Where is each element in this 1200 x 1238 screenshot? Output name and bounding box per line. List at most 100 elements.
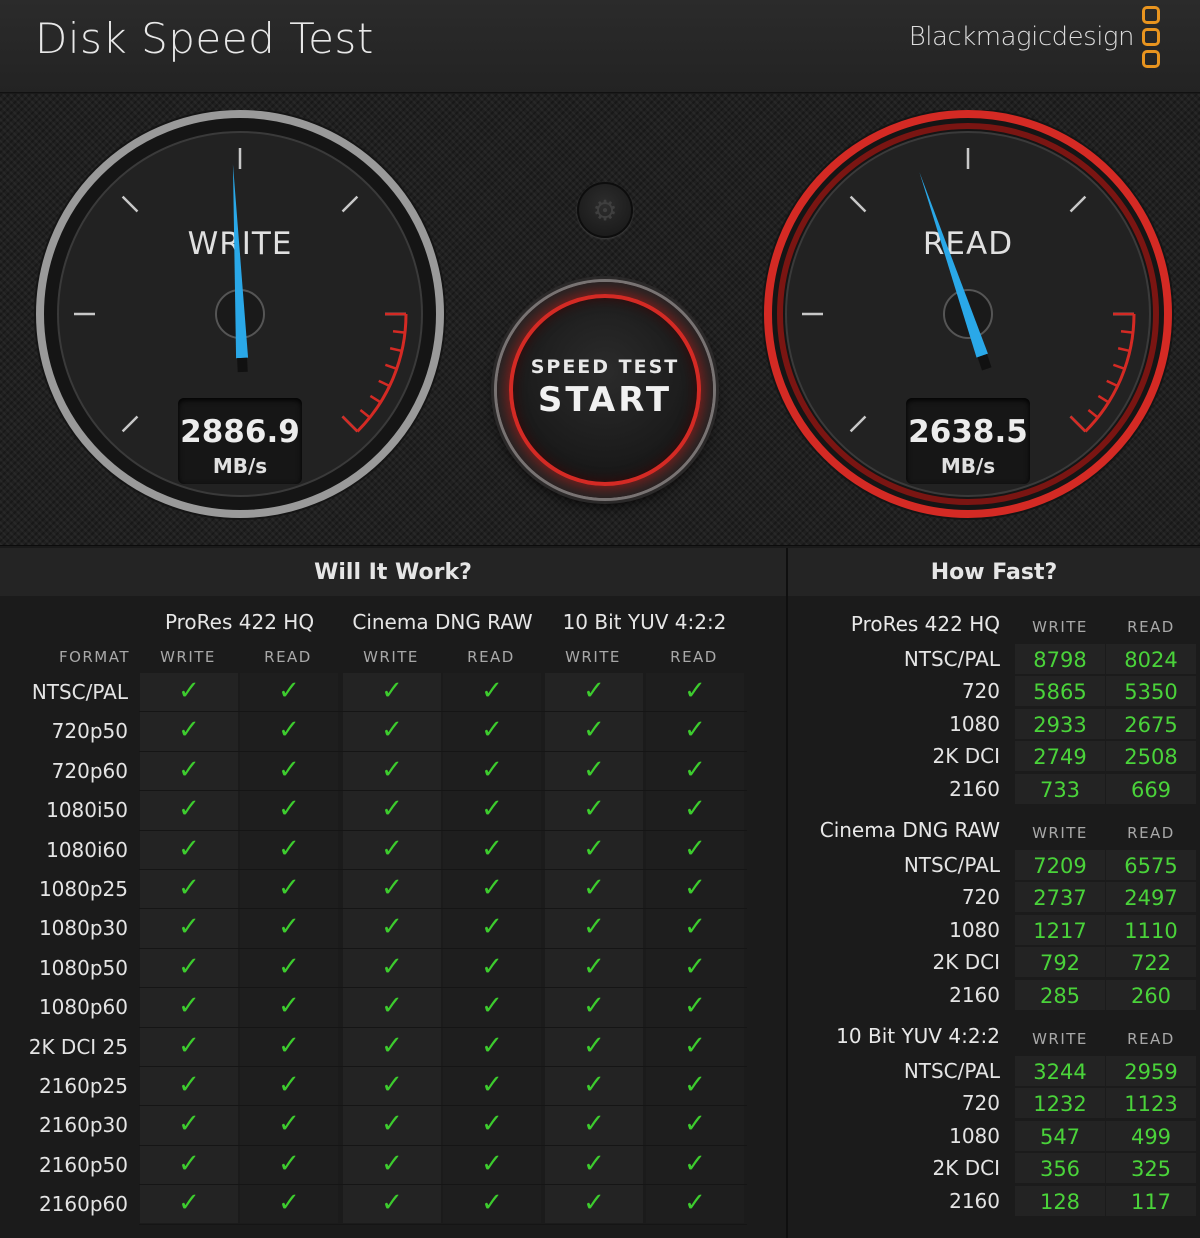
format-label: 2K DCI 25 [28, 1034, 128, 1059]
read-speed-cell: 1110 [1106, 914, 1196, 945]
resolution-label: 2160 [949, 776, 1000, 801]
resolution-label: 1080 [949, 917, 1000, 942]
format-label: 2160p60 [38, 1192, 128, 1217]
check-icon: ✓ [178, 1109, 200, 1140]
how-fast-title: How Fast? [788, 548, 1200, 596]
resolution-label: 2K DCI [932, 950, 1000, 975]
check-icon: ✓ [481, 754, 503, 785]
check-icon: ✓ [684, 1148, 706, 1179]
check-icon: ✓ [583, 833, 605, 864]
check-icon: ✓ [381, 754, 403, 785]
format-label: 2160p30 [38, 1113, 128, 1138]
will-it-work-panel: Will It Work? FORMAT ProRes 422 HQ WRITE R… [0, 548, 786, 1238]
read-speed-cell: 2675 [1106, 708, 1196, 739]
check-icon: ✓ [481, 715, 503, 746]
start-button-face[interactable]: SPEED TEST START [509, 294, 701, 486]
resolution-label: 2K DCI [932, 744, 1000, 769]
read-gauge: READ 2638.5 MB/s [756, 110, 1180, 534]
resolution-label: 2160 [949, 982, 1000, 1007]
format-label: 720p60 [51, 758, 128, 783]
gear-icon: ⚙ [592, 194, 618, 227]
write-speed-cell: 2737 [1015, 882, 1105, 913]
check-icon: ✓ [481, 1148, 503, 1179]
check-icon: ✓ [481, 1109, 503, 1140]
write-column-header: WRITE [160, 648, 216, 666]
check-icon: ✓ [278, 991, 300, 1022]
check-icon: ✓ [381, 912, 403, 943]
write-speed-cell: 7209 [1015, 850, 1105, 880]
format-column-header: FORMAT [58, 648, 130, 666]
row-separator [139, 987, 747, 989]
needle-tail [977, 354, 992, 371]
write-speed-cell: 285 [1015, 979, 1105, 1010]
check-icon: ✓ [481, 794, 503, 825]
format-label: 2160p50 [38, 1152, 128, 1177]
read-speed-cell: 722 [1106, 947, 1196, 978]
check-icon: ✓ [381, 951, 403, 982]
check-icon: ✓ [381, 1188, 403, 1219]
settings-button[interactable]: ⚙ [577, 182, 633, 238]
check-icon: ✓ [684, 1070, 706, 1100]
start-button[interactable]: SPEED TEST START [497, 282, 713, 498]
write-speed-cell: 3244 [1015, 1056, 1105, 1086]
read-column-header: READ [1127, 618, 1175, 636]
resolution-label: 720 [961, 885, 1000, 910]
format-label: 1080i50 [46, 798, 128, 823]
read-column-header: READ [264, 648, 312, 666]
write-gauge: WRITE 2886.9 MB/s [28, 110, 452, 534]
check-icon: ✓ [481, 1030, 503, 1061]
check-icon: ✓ [381, 991, 403, 1022]
codec-group-header: ProRes 422 HQ [164, 610, 315, 634]
read-speed-cell: 5350 [1106, 676, 1196, 707]
check-icon: ✓ [178, 1030, 200, 1061]
check-icon: ✓ [684, 951, 706, 982]
format-label: 1080p30 [38, 916, 128, 941]
read-gauge-needle [919, 172, 992, 371]
write-speed-cell: 2749 [1015, 741, 1105, 772]
check-icon: ✓ [583, 1109, 605, 1140]
write-speed-cell: 1232 [1015, 1088, 1105, 1119]
check-icon: ✓ [178, 754, 200, 785]
check-icon: ✓ [278, 1030, 300, 1061]
codec-group-header: 10 Bit YUV 4:2:2 [562, 610, 727, 634]
check-icon: ✓ [684, 873, 706, 903]
row-separator [139, 1144, 747, 1146]
check-icon: ✓ [381, 1148, 403, 1179]
read-speed-cell: 260 [1106, 979, 1196, 1010]
check-icon: ✓ [178, 1148, 200, 1179]
check-icon: ✓ [278, 951, 300, 982]
read-speed-cell: 117 [1106, 1185, 1196, 1216]
read-column-header: READ [1127, 824, 1175, 842]
format-label: 1080p25 [38, 877, 128, 901]
row-separator [139, 1184, 747, 1186]
check-icon: ✓ [278, 1188, 300, 1219]
check-icon: ✓ [178, 833, 200, 864]
read-speed-cell: 499 [1106, 1120, 1196, 1151]
write-speed-cell: 547 [1015, 1120, 1105, 1151]
check-icon: ✓ [684, 1188, 706, 1219]
check-icon: ✓ [684, 1109, 706, 1140]
read-speed-cell: 669 [1106, 773, 1196, 804]
check-icon: ✓ [178, 873, 200, 903]
row-separator [139, 908, 747, 910]
read-speed-cell: 1123 [1106, 1088, 1196, 1119]
codec-group-header: ProRes 422 HQ [850, 612, 1000, 636]
check-icon: ✓ [481, 991, 503, 1022]
write-speed-cell: 733 [1015, 773, 1105, 804]
needle-tail [237, 357, 248, 373]
resolution-label: NTSC/PAL [903, 647, 1000, 671]
needle [232, 164, 249, 359]
codec-group-header: 10 Bit YUV 4:2:2 [836, 1024, 1000, 1048]
row-separator [139, 750, 747, 752]
row-separator [139, 869, 747, 870]
check-icon: ✓ [583, 951, 605, 982]
needle [919, 172, 988, 358]
resolution-label: NTSC/PAL [903, 1059, 1000, 1083]
check-icon: ✓ [178, 1070, 200, 1100]
write-column-header: WRITE [565, 648, 621, 666]
check-icon: ✓ [278, 794, 300, 825]
format-label: 1080p50 [38, 955, 128, 980]
resolution-label: 2K DCI [932, 1156, 1000, 1181]
check-icon: ✓ [178, 794, 200, 825]
check-icon: ✓ [278, 754, 300, 785]
